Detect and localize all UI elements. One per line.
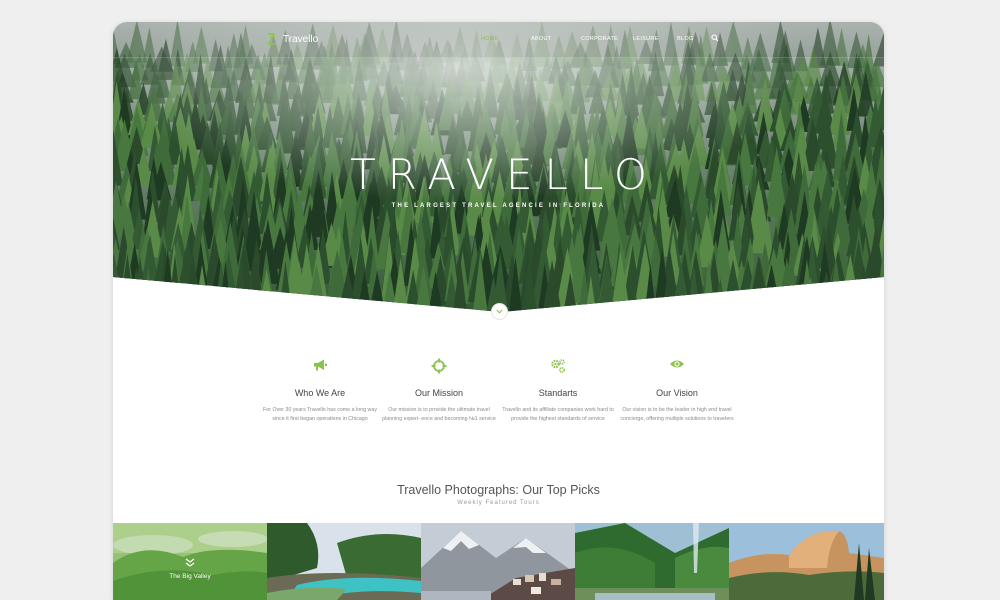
tile-caption: The Big Valley bbox=[169, 573, 211, 580]
eye-icon bbox=[670, 360, 684, 368]
features-section: Who We Are For Over 30 years Travello ha… bbox=[261, 358, 741, 438]
nav-item-corporate[interactable]: CORPORATE bbox=[581, 36, 618, 42]
double-chevron-down-icon bbox=[185, 558, 195, 567]
chevron-down-icon bbox=[496, 309, 503, 314]
brand-name: Travello bbox=[283, 33, 319, 45]
feature-text: Travello and its affiliate companies wor… bbox=[502, 407, 614, 422]
feature-text: Our mission is to provide the ultimate t… bbox=[382, 407, 496, 422]
green-mountains-photo bbox=[575, 523, 729, 600]
crosshair-icon bbox=[431, 358, 447, 374]
browser-frame: Travello HOME ABOUT CORPORATE LEISURE BL… bbox=[113, 22, 884, 600]
gallery-tile-big-valley[interactable]: The Big Valley bbox=[113, 523, 267, 600]
hero-section: Travello HOME ABOUT CORPORATE LEISURE BL… bbox=[113, 22, 884, 322]
feature-title: Who We Are bbox=[294, 388, 346, 398]
nav-item-about[interactable]: ABOUT bbox=[531, 36, 551, 42]
feature-our-vision: Our Vision Our vision is to be the leade… bbox=[618, 358, 736, 423]
half-dome-photo bbox=[729, 523, 884, 600]
gallery-tile-river[interactable] bbox=[267, 523, 421, 600]
feature-text: Our vision is to be the leader in high e… bbox=[620, 407, 734, 422]
feature-title: Our Mission bbox=[414, 388, 463, 398]
hero-title: TRAVELLO bbox=[350, 150, 659, 199]
gallery-tile-mountain-village[interactable] bbox=[421, 523, 575, 600]
scroll-down-button[interactable] bbox=[492, 304, 507, 319]
photos-section-title: Travello Photographs: Our Top Picks bbox=[397, 483, 600, 497]
mountain-village-photo bbox=[421, 523, 575, 600]
feature-title: Standarts bbox=[538, 388, 578, 398]
feature-standarts: Standarts Travello and its affiliate com… bbox=[499, 358, 617, 423]
top-navigation-bar: Travello HOME ABOUT CORPORATE LEISURE BL… bbox=[113, 22, 884, 58]
feature-our-mission: Our Mission Our mission is to provide th… bbox=[380, 358, 498, 423]
brand-logo[interactable]: Travello bbox=[267, 32, 318, 46]
river-photo bbox=[267, 523, 421, 600]
feature-title: Our Vision bbox=[656, 388, 698, 398]
travello-logo-icon bbox=[267, 33, 276, 45]
nav-item-home[interactable]: HOME bbox=[481, 36, 499, 42]
photo-gallery: The Big Valley bbox=[113, 523, 884, 600]
search-icon[interactable] bbox=[711, 34, 719, 42]
nav-item-leisure[interactable]: LEISURE bbox=[633, 36, 659, 42]
megaphone-icon bbox=[314, 359, 327, 371]
photos-section-subtitle: Weekly Featured Tours bbox=[457, 500, 540, 506]
feature-text: For Over 30 years Travello has come a lo… bbox=[263, 407, 377, 422]
gears-icon bbox=[551, 359, 566, 374]
nav-item-blog[interactable]: BLOG bbox=[677, 36, 693, 42]
gallery-tile-half-dome[interactable] bbox=[729, 523, 884, 600]
feature-who-we-are: Who We Are For Over 30 years Travello ha… bbox=[261, 358, 379, 423]
hero-subtitle: THE LARGEST TRAVEL AGENCIE IN FLORIDA bbox=[391, 203, 606, 209]
gallery-tile-green-mountains[interactable] bbox=[575, 523, 729, 600]
